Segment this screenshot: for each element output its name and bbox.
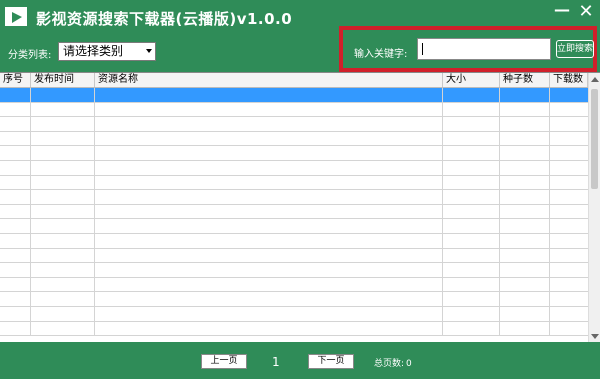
video-play-icon [5, 7, 27, 26]
minimize-button[interactable]: — [554, 2, 570, 18]
category-select[interactable]: 请选择类别 [58, 42, 156, 61]
column-header-seeds[interactable]: 种子数 [500, 73, 550, 87]
window-title: 影视资源搜索下载器(云播版)v1.0.0 [36, 10, 293, 28]
column-divider [499, 88, 500, 337]
scrollbar-thumb[interactable] [591, 89, 598, 189]
keyword-input[interactable] [417, 38, 551, 60]
current-page-number: 1 [272, 355, 280, 369]
column-header-downloads[interactable]: 下载数 [550, 73, 588, 87]
search-button[interactable]: 立即搜索 [556, 40, 594, 58]
column-divider [442, 88, 443, 337]
column-divider [30, 88, 31, 337]
total-pages-value: 0 [406, 359, 412, 369]
column-header-date[interactable]: 发布时间 [31, 73, 95, 87]
app-window: 影视资源搜索下载器(云播版)v1.0.0 — ✕ 分类列表: 请选择类别 输入关… [0, 0, 600, 379]
column-header-name[interactable]: 资源名称 [95, 73, 443, 87]
next-page-button[interactable]: 下一页 [308, 354, 354, 369]
scroll-down-icon[interactable] [591, 334, 599, 339]
column-header-index[interactable]: 序号 [0, 73, 31, 87]
category-select-value: 请选择类别 [63, 44, 124, 58]
prev-page-button[interactable]: 上一页 [201, 354, 247, 369]
column-divider [549, 88, 550, 337]
vertical-scrollbar[interactable] [588, 73, 600, 342]
results-table: 序号 发布时间 资源名称 大小 种子数 下载数 [0, 72, 600, 342]
total-pages-label: 总页数: [374, 359, 405, 369]
category-label: 分类列表: [8, 50, 52, 61]
table-header: 序号 发布时间 资源名称 大小 种子数 下载数 [0, 73, 588, 88]
total-pages: 总页数: 0 [372, 356, 412, 369]
pagination-bar: 上一页 1 下一页 总页数: 0 [0, 342, 600, 379]
column-divider [94, 88, 95, 337]
column-header-size[interactable]: 大小 [443, 73, 500, 87]
table-body [0, 88, 588, 337]
text-caret [422, 43, 423, 55]
chevron-down-icon [146, 49, 152, 53]
scroll-up-icon[interactable] [591, 77, 599, 82]
keyword-label: 输入关键字: [354, 49, 408, 60]
close-button[interactable]: ✕ [578, 3, 594, 21]
